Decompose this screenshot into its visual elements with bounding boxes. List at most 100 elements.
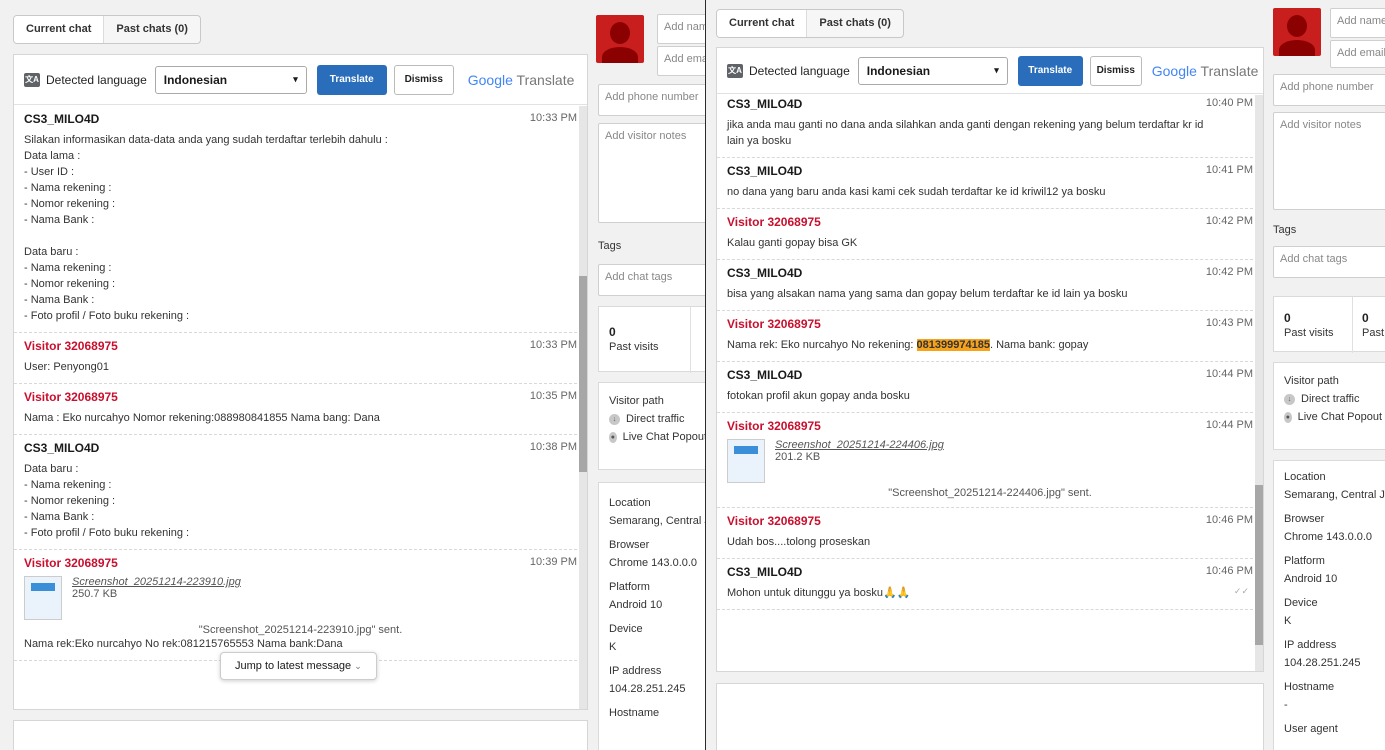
message-compose[interactable] [716, 683, 1264, 750]
message-list: CS3_MILO4D 10:33 PM Silakan informasikan d… [14, 106, 587, 709]
message-time: 10:35 PM [529, 390, 577, 402]
translate-icon: 文A [24, 72, 40, 87]
tab-current-chat[interactable]: Current chat [717, 10, 808, 37]
translate-button[interactable]: Translate [1017, 55, 1083, 86]
jump-to-latest-button[interactable]: Jump to latest message ⌄ [220, 652, 377, 680]
translate-bar: 文A Detected language Indonesian ▾ Transl… [717, 48, 1263, 94]
info-value: K [609, 641, 617, 653]
translate-button[interactable]: Translate [316, 64, 387, 95]
message-author: CS3_MILO4D [727, 266, 803, 280]
visitor-path-label: Visitor path [609, 395, 664, 407]
past-visits-count: 0 [1284, 311, 1291, 325]
google-word: Google [1151, 62, 1197, 79]
path-item: ● Live Chat Popout [1284, 411, 1382, 423]
info-value: Semarang, Central Java [1284, 489, 1385, 501]
tab-past-chats[interactable]: Past chats (0) [807, 10, 903, 37]
chat-window-right: Current chat Past chats (0) 文A Detected … [706, 0, 1385, 750]
info-value: Chrome 143.0.0.0 [609, 557, 698, 569]
language-value: Indonesian [866, 63, 931, 78]
past-chats-count: 0 [1362, 311, 1369, 325]
path-item: ● Live Chat Popout [609, 431, 705, 443]
message-compose[interactable] [13, 720, 588, 750]
chat-message: CS3_MILO4D 10:33 PM Silakan informasikan d… [14, 106, 587, 333]
visit-stats-card: 0 Past visits 0 Past chats [1273, 296, 1385, 353]
message-text: jika anda mau ganti no dana anda silahka… [727, 119, 1204, 147]
message-time: 10:33 PM [529, 112, 577, 124]
chat-message: Visitor 32068975 10:46 PM Udah bos....tolo… [717, 508, 1263, 559]
info-icon: ● [609, 431, 617, 443]
message-text: Silakan informasikan data-data anda yang… [24, 134, 388, 322]
file-sent-status: "Screenshot_20251214-223910.jpg" sent. [198, 624, 403, 636]
message-time: 10:42 PM [1205, 215, 1253, 227]
name-input[interactable]: Add name [657, 14, 705, 44]
chevron-down-icon: ▾ [994, 65, 999, 75]
phone-input[interactable]: Add phone number [1273, 74, 1385, 106]
message-header: CS3_MILO4D 10:41 PM [727, 164, 1253, 178]
translate-bar: 文A Detected language Indonesian ▾ Transl… [14, 55, 587, 105]
image-thumbnail[interactable] [24, 576, 62, 620]
file-size: 250.7 KB [72, 588, 118, 600]
read-receipt-icon: ✓✓ [1233, 586, 1249, 596]
message-header: CS3_MILO4D 10:33 PM [24, 112, 577, 126]
info-key: IP address [1284, 639, 1337, 651]
visitor-notes-input[interactable]: Add visitor notes [598, 123, 705, 223]
message-author: CS3_MILO4D [727, 565, 803, 579]
dismiss-button[interactable]: Dismiss [393, 64, 454, 95]
message-header: CS3_MILO4D 10:40 PM [727, 97, 1253, 111]
file-attachment[interactable]: Screenshot_20251214-224406.jpg 201.2 KB [727, 439, 1253, 483]
message-header: Visitor 32068975 10:35 PM [24, 390, 577, 404]
language-value: Indonesian [163, 72, 228, 87]
chat-message: Visitor 32068975 10:43 PM Nama rek: Eko nu… [717, 311, 1263, 362]
past-chats-stat: 0 Past chats [1362, 311, 1385, 339]
file-name-link[interactable]: Screenshot_20251214-224406.jpg [775, 439, 944, 451]
message-header: Visitor 32068975 10:42 PM [727, 215, 1253, 229]
scrollbar-thumb[interactable] [1255, 485, 1263, 645]
tab-past-chats[interactable]: Past chats (0) [104, 16, 200, 43]
visitor-notes-input[interactable]: Add visitor notes [1273, 112, 1385, 210]
translate-word: Translate [1200, 62, 1259, 79]
scrollbar[interactable] [1255, 95, 1263, 671]
tags-input[interactable]: Add chat tags [1273, 246, 1385, 278]
tags-input[interactable]: Add chat tags [598, 264, 705, 296]
dismiss-button[interactable]: Dismiss [1089, 55, 1142, 86]
tags-label: Tags [598, 240, 622, 252]
visit-stats-card: 0 Past visits [598, 306, 705, 373]
info-key: Location [609, 497, 651, 509]
info-value: Android 10 [609, 599, 663, 611]
file-attachment[interactable]: Screenshot_20251214-223910.jpg 250.7 KB [24, 576, 577, 620]
message-author: CS3_MILO4D [727, 164, 803, 178]
path-item: ↓ Direct traffic [1284, 393, 1382, 405]
message-author: Visitor 32068975 [727, 514, 821, 528]
message-text: Nama rek:Eko nurcahyo No rek:08121576555… [24, 638, 343, 650]
name-input[interactable]: Add name [1330, 8, 1385, 38]
scrollbar-thumb[interactable] [579, 276, 587, 472]
visitor-info-card: Location Semarang, Central Java Browser Ch… [598, 482, 705, 750]
file-sent-status: "Screenshot_20251214-224406.jpg" sent. [888, 487, 1092, 499]
message-header: Visitor 32068975 10:43 PM [727, 317, 1253, 331]
email-input[interactable]: Add email [657, 46, 705, 76]
message-header: CS3_MILO4D 10:38 PM [24, 441, 577, 455]
scrollbar[interactable] [579, 106, 587, 709]
google-translate-logo: Google Translate [1152, 63, 1259, 79]
chevron-down-icon: ⌄ [354, 661, 362, 671]
image-thumbnail[interactable] [727, 439, 765, 483]
message-text: fotokan profil akun gopay anda bosku [727, 390, 910, 402]
info-key: Location [1284, 471, 1326, 483]
message-text: Nama rek: Eko nurcahyo No rekening: 0813… [727, 339, 1089, 351]
info-key: Platform [609, 581, 650, 593]
past-visits-label: Past visits [609, 341, 659, 353]
file-name-link[interactable]: Screenshot_20251214-223910.jpg [72, 576, 241, 588]
email-input[interactable]: Add email [1330, 40, 1385, 68]
phone-input[interactable]: Add phone number [598, 84, 705, 116]
past-visits-count: 0 [609, 325, 616, 339]
avatar [1273, 8, 1321, 56]
tab-current-chat[interactable]: Current chat [14, 16, 105, 43]
info-value: Android 10 [1284, 573, 1338, 585]
info-value: 104.28.251.245 [609, 683, 686, 695]
info-value: Semarang, Central Java [609, 515, 705, 527]
language-select[interactable]: Indonesian ▾ [857, 56, 1008, 85]
chat-message: Visitor 32068975 10:42 PM Kalau ganti gopa… [717, 209, 1263, 260]
info-key: Browser [609, 539, 650, 551]
language-select[interactable]: Indonesian ▾ [154, 65, 307, 94]
info-key: Hostname [1284, 681, 1335, 693]
